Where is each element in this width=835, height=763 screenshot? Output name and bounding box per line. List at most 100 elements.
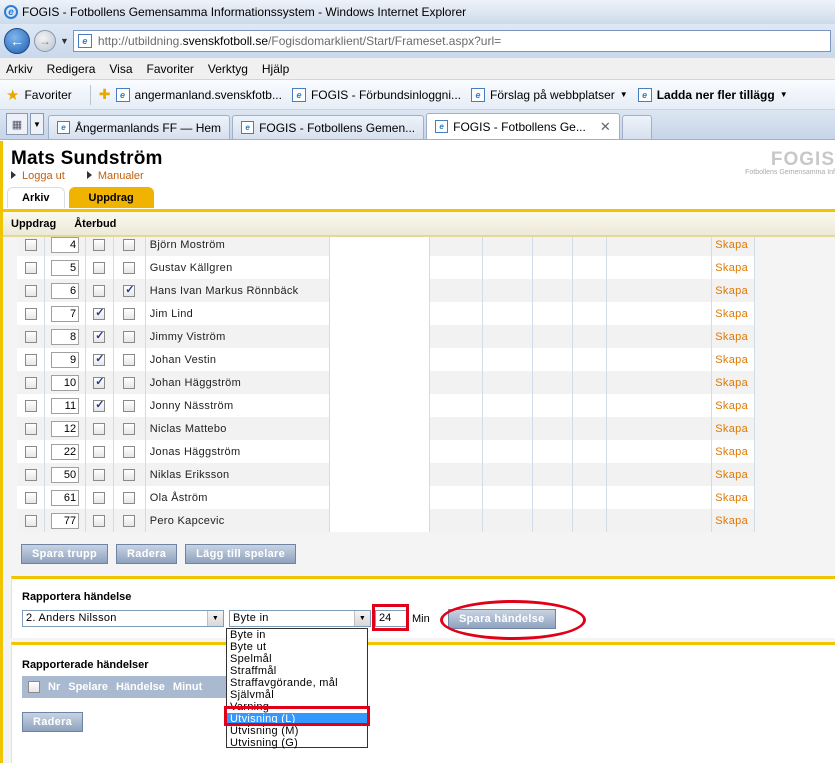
- shirt-number-input[interactable]: 5: [51, 259, 80, 276]
- create-link[interactable]: Skapa: [711, 371, 755, 394]
- row-select-checkbox[interactable]: [24, 445, 37, 458]
- browser-tab-fogis-active[interactable]: e FOGIS - Fotbollens Ge... ✕: [426, 113, 620, 139]
- captain-checkbox[interactable]: [123, 283, 136, 297]
- starter-checkbox[interactable]: [93, 261, 106, 274]
- row-select-checkbox[interactable]: [24, 330, 37, 343]
- forward-button[interactable]: →: [34, 30, 56, 52]
- captain-checkbox[interactable]: [123, 514, 136, 527]
- row-select-checkbox[interactable]: [24, 261, 37, 274]
- row-select-checkbox[interactable]: [24, 422, 37, 435]
- row-select-checkbox[interactable]: [24, 376, 37, 389]
- create-link[interactable]: Skapa: [711, 348, 755, 371]
- browser-tab-fogis-1[interactable]: e FOGIS - Fotbollens Gemen...: [232, 115, 425, 139]
- shirt-number-input[interactable]: 50: [51, 466, 80, 483]
- shirt-number-input[interactable]: 22: [51, 443, 80, 460]
- create-link[interactable]: Skapa: [711, 279, 755, 302]
- option-spelmal[interactable]: Spelmål: [227, 653, 367, 665]
- captain-checkbox[interactable]: [123, 261, 136, 274]
- option-byte-in[interactable]: Byte in: [227, 629, 367, 641]
- create-link[interactable]: Skapa: [711, 237, 755, 256]
- address-input[interactable]: e http://utbildning. svenskfotboll.se/Fog…: [72, 30, 831, 52]
- tab-arkiv[interactable]: Arkiv: [7, 187, 65, 208]
- create-link[interactable]: Skapa: [711, 302, 755, 325]
- row-select-checkbox[interactable]: [24, 468, 37, 481]
- starter-checkbox[interactable]: [93, 375, 106, 389]
- history-dropdown-icon[interactable]: ▼: [60, 36, 69, 46]
- option-byte-ut[interactable]: Byte ut: [227, 641, 367, 653]
- create-link[interactable]: Skapa: [711, 440, 755, 463]
- create-link[interactable]: Skapa: [711, 509, 755, 532]
- create-link[interactable]: Skapa: [711, 325, 755, 348]
- starter-checkbox[interactable]: [93, 398, 106, 412]
- captain-checkbox[interactable]: [123, 330, 136, 343]
- row-select-checkbox[interactable]: [24, 353, 37, 366]
- favorite-link-angermanland[interactable]: e angermanland.svenskfotb...: [115, 87, 282, 102]
- captain-checkbox[interactable]: [123, 445, 136, 458]
- starter-checkbox[interactable]: [93, 306, 106, 320]
- row-select-checkbox[interactable]: [24, 491, 37, 504]
- shirt-number-input[interactable]: 61: [51, 489, 80, 506]
- starter-checkbox[interactable]: [93, 491, 106, 504]
- favorite-addons[interactable]: e Ladda ner fler tillägg ▼: [637, 87, 788, 102]
- captain-checkbox[interactable]: [123, 307, 136, 320]
- delete-button[interactable]: Radera: [116, 544, 178, 564]
- captain-checkbox[interactable]: [123, 422, 136, 435]
- shirt-number-input[interactable]: 4: [51, 237, 80, 253]
- option-straffavgorande[interactable]: Straffavgörande, mål: [227, 677, 367, 689]
- starter-checkbox[interactable]: [93, 352, 106, 366]
- tab-list-dropdown[interactable]: ▼: [30, 113, 44, 135]
- create-link[interactable]: Skapa: [711, 417, 755, 440]
- player-select[interactable]: 2. Anders Nilsson ▼: [22, 610, 224, 627]
- create-link[interactable]: Skapa: [711, 256, 755, 279]
- event-type-select[interactable]: Byte in ▼: [229, 610, 371, 627]
- captain-checkbox[interactable]: [123, 399, 136, 412]
- option-straffmal[interactable]: Straffmål: [227, 665, 367, 677]
- starter-checkbox[interactable]: [93, 238, 106, 251]
- save-squad-button[interactable]: Spara trupp: [21, 544, 109, 564]
- row-select-checkbox[interactable]: [24, 307, 37, 320]
- menu-arkiv[interactable]: Arkiv: [6, 62, 33, 76]
- shirt-number-input[interactable]: 9: [51, 351, 80, 368]
- option-sjalvmal[interactable]: Självmål: [227, 689, 367, 701]
- captain-checkbox[interactable]: [123, 468, 136, 481]
- menu-visa[interactable]: Visa: [109, 62, 132, 76]
- menu-redigera[interactable]: Redigera: [47, 62, 96, 76]
- favorite-suggested-sites[interactable]: e Förslag på webbplatser ▼: [471, 87, 628, 102]
- option-utvisning-m[interactable]: Utvisning (M): [227, 725, 367, 737]
- create-link[interactable]: Skapa: [711, 463, 755, 486]
- row-select-checkbox[interactable]: [24, 238, 37, 251]
- menu-favoriter[interactable]: Favoriter: [147, 62, 194, 76]
- starter-checkbox[interactable]: [93, 514, 106, 527]
- favorites-button[interactable]: ★ Favoriter: [6, 86, 72, 104]
- row-select-checkbox[interactable]: [24, 399, 37, 412]
- option-utvisning-g[interactable]: Utvisning (G): [227, 737, 367, 749]
- new-tab-button[interactable]: [621, 115, 652, 139]
- browser-tab-angermanland[interactable]: e Ångermanlands FF — Hem: [48, 115, 231, 139]
- menu-hjalp[interactable]: Hjälp: [262, 62, 289, 76]
- starter-checkbox[interactable]: [93, 445, 106, 458]
- delete-events-button[interactable]: Radera: [22, 712, 84, 732]
- create-link[interactable]: Skapa: [711, 394, 755, 417]
- manuals-link[interactable]: Manualer: [87, 170, 144, 182]
- subnav-aterbud[interactable]: Återbud: [74, 218, 116, 230]
- create-link[interactable]: Skapa: [711, 486, 755, 509]
- row-select-checkbox[interactable]: [24, 514, 37, 527]
- captain-checkbox[interactable]: [123, 238, 136, 251]
- menu-verktyg[interactable]: Verktyg: [208, 62, 248, 76]
- shirt-number-input[interactable]: 6: [51, 282, 80, 299]
- quick-tabs-icon[interactable]: ▦: [6, 113, 28, 135]
- favorite-link-fogis[interactable]: e FOGIS - Förbundsinloggni...: [291, 87, 461, 102]
- close-tab-icon[interactable]: ✕: [600, 119, 611, 135]
- add-favorite-icon[interactable]: ✚: [99, 86, 111, 103]
- shirt-number-input[interactable]: 12: [51, 420, 80, 437]
- subnav-uppdrag[interactable]: Uppdrag: [11, 218, 56, 230]
- starter-checkbox[interactable]: [93, 422, 106, 435]
- captain-checkbox[interactable]: [123, 353, 136, 366]
- starter-checkbox[interactable]: [93, 284, 106, 297]
- shirt-number-input[interactable]: 11: [51, 397, 80, 414]
- starter-checkbox[interactable]: [93, 468, 106, 481]
- tab-uppdrag[interactable]: Uppdrag: [68, 187, 154, 208]
- select-all-checkbox[interactable]: [28, 681, 40, 693]
- captain-checkbox[interactable]: [123, 376, 136, 389]
- captain-checkbox[interactable]: [123, 491, 136, 504]
